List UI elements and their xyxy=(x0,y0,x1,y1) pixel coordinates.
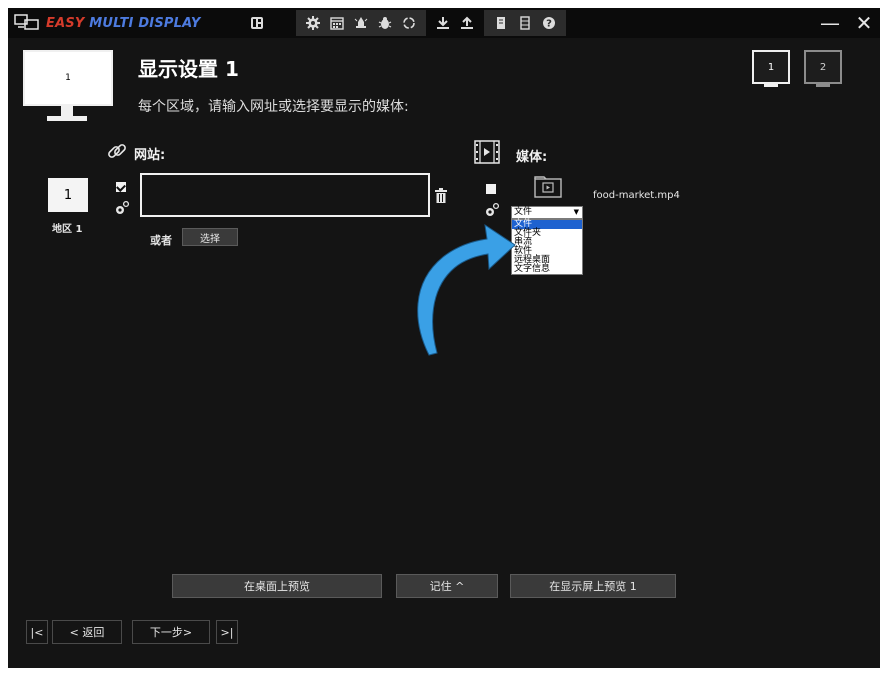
note-icon[interactable] xyxy=(490,12,512,34)
brand-name: EASY MULTI DISPLAY xyxy=(46,16,201,31)
brand-easy: EASY xyxy=(46,15,85,31)
display-2-number: 2 xyxy=(819,61,827,73)
chevron-down-icon: ▼ xyxy=(573,208,579,216)
zone-number: 1 xyxy=(63,187,73,203)
monitor-number: 1 xyxy=(65,73,71,83)
preview-on-screen-button[interactable]: 在显示屏上预览 1 xyxy=(510,574,676,598)
or-label: 或者 xyxy=(150,234,172,247)
next-button[interactable]: 下一步> xyxy=(132,620,210,644)
download-icon[interactable] xyxy=(432,12,454,34)
brand-monitors-icon xyxy=(14,14,39,30)
layout-icon[interactable] xyxy=(246,12,268,34)
zone-label: 地区 1 xyxy=(52,224,83,235)
toolbar-group-io xyxy=(426,10,484,36)
main-toolbar: ? xyxy=(240,10,566,36)
monitor-screen: 1 xyxy=(23,50,113,106)
zone-number-box[interactable]: 1 xyxy=(48,178,88,212)
media-file-icon[interactable] xyxy=(534,176,562,198)
media-filename: food-market.mp4 xyxy=(593,190,680,201)
select-button[interactable]: 选择 xyxy=(182,228,238,246)
annotation-arrow-icon xyxy=(417,223,516,356)
refresh-icon[interactable] xyxy=(398,12,420,34)
website-checkbox[interactable] xyxy=(116,182,126,192)
bug-icon[interactable] xyxy=(374,12,396,34)
display-2-stand xyxy=(816,83,830,87)
trash-icon[interactable] xyxy=(434,188,448,204)
display-2-button[interactable]: 2 xyxy=(804,50,846,98)
display-1-button[interactable]: 1 xyxy=(752,50,794,98)
back-button[interactable]: < 返回 xyxy=(52,620,122,644)
website-settings-gear-icon[interactable] xyxy=(114,200,130,216)
link-icon xyxy=(108,144,126,158)
minimize-button[interactable]: — xyxy=(820,10,840,36)
toolbar-group-help: ? xyxy=(484,10,566,36)
page-subtitle: 每个区域，请输入网址或选择要显示的媒体: xyxy=(138,99,409,115)
page-title: 显示设置 1 xyxy=(138,57,239,81)
svg-text:?: ? xyxy=(546,19,552,30)
media-film-icon xyxy=(474,140,500,164)
preview-on-desktop-button[interactable]: 在桌面上预览 xyxy=(172,574,382,598)
film-icon[interactable] xyxy=(514,12,536,34)
display-1-screen: 1 xyxy=(752,50,790,84)
last-page-button[interactable]: >| xyxy=(216,620,238,644)
monitor-base xyxy=(47,116,87,121)
current-monitor-illustration: 1 xyxy=(23,50,119,130)
toolbar-group-main xyxy=(296,10,426,36)
remember-button[interactable]: 记住 ^ xyxy=(396,574,498,598)
media-checkbox[interactable] xyxy=(486,184,496,194)
display-1-stand xyxy=(764,83,778,87)
website-url-input[interactable] xyxy=(140,173,430,217)
help-icon[interactable]: ? xyxy=(538,12,560,34)
window-controls: — ✕ xyxy=(820,10,874,36)
toolbar-group-layout xyxy=(240,10,274,36)
title-bar: EASY MULTI DISPLAY ? — ✕ xyxy=(8,8,880,38)
website-label: 网站: xyxy=(134,148,166,163)
monitor-stand xyxy=(61,106,73,116)
close-button[interactable]: ✕ xyxy=(854,10,874,36)
app-window: EASY MULTI DISPLAY ? — ✕ 1 显示设置 1 每个区域，请… xyxy=(8,8,880,668)
calendar-icon[interactable] xyxy=(326,12,348,34)
alert-icon[interactable] xyxy=(350,12,372,34)
display-1-number: 1 xyxy=(767,61,775,73)
brand-logo: EASY MULTI DISPLAY xyxy=(14,12,201,34)
media-label: 媒体: xyxy=(516,150,548,165)
upload-icon[interactable] xyxy=(456,12,478,34)
first-page-button[interactable]: |< xyxy=(26,620,48,644)
display-2-screen: 2 xyxy=(804,50,842,84)
brand-rest: MULTI DISPLAY xyxy=(89,15,201,31)
gear-icon[interactable] xyxy=(302,12,324,34)
